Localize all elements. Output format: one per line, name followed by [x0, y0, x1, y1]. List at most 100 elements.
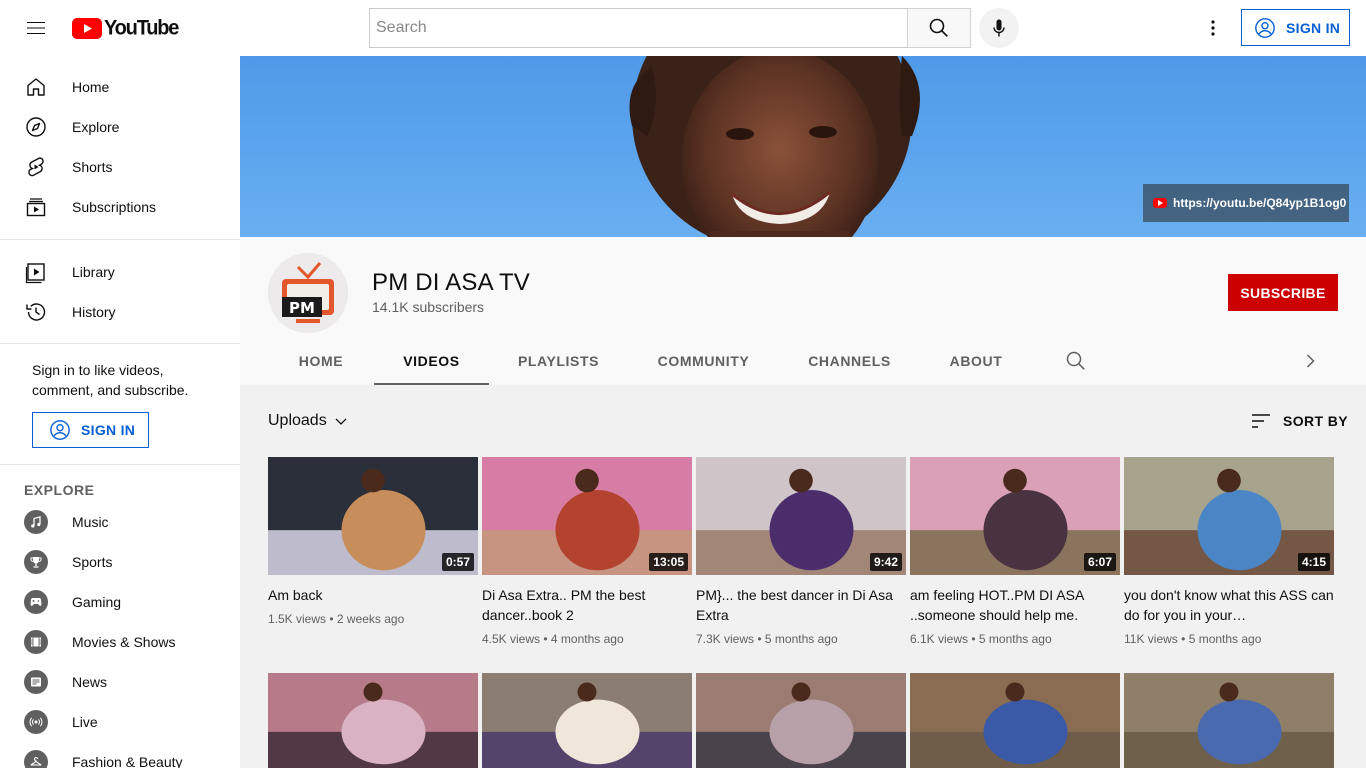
thumbnail-image	[1124, 673, 1334, 768]
thumbnail-image	[482, 673, 692, 768]
sidebar-item-label: Home	[72, 79, 110, 95]
sidebar: Home Explore Shorts Subscriptions Librar…	[0, 56, 240, 768]
video-item[interactable]: 0:57 Am back 1.5K views • 2 weeks ago	[268, 457, 478, 626]
video-meta: 4.5K views • 4 months ago	[482, 632, 624, 646]
sidebar-item-subscriptions[interactable]: Subscriptions	[0, 187, 240, 227]
sidebar-item-news[interactable]: News	[0, 662, 240, 702]
video-thumbnail[interactable]: 13:05	[482, 457, 692, 575]
sidebar-item-shorts[interactable]: Shorts	[0, 147, 240, 187]
sidebar-main-section: Home Explore Shorts Subscriptions	[0, 56, 240, 240]
trophy-icon	[24, 550, 48, 574]
video-duration: 13:05	[649, 553, 688, 571]
channel-avatar[interactable]: PM	[268, 253, 348, 333]
chevron-down-icon	[335, 418, 347, 425]
subscribe-button[interactable]: SUBSCRIBE	[1228, 274, 1338, 311]
video-title[interactable]: Di Asa Extra.. PM the best dancer..book …	[482, 585, 692, 625]
history-icon	[24, 300, 48, 324]
thumbnail-image	[910, 673, 1120, 768]
video-thumbnail[interactable]	[268, 673, 478, 768]
video-item[interactable]: 4:15 you don't know what this ASS can do…	[1124, 457, 1334, 646]
video-age: 5 months ago	[764, 632, 838, 646]
video-thumbnail[interactable]: 9:42	[696, 457, 906, 575]
video-age: 5 months ago	[978, 632, 1052, 646]
hanger-icon	[24, 750, 48, 768]
video-thumbnail[interactable]	[910, 673, 1120, 768]
tab-about[interactable]: ABOUT	[920, 337, 1032, 385]
video-thumbnail[interactable]: 4:15	[1124, 457, 1334, 575]
video-thumbnail[interactable]: 0:57	[268, 457, 478, 575]
subscriber-count: 14.1K subscribers	[372, 299, 485, 315]
sign-in-button[interactable]: SIGN IN	[1241, 9, 1350, 46]
sidebar-item-live[interactable]: Live	[0, 702, 240, 742]
search-icon	[929, 18, 948, 37]
search-input[interactable]	[376, 19, 908, 37]
youtube-logo[interactable]: YouTube	[72, 16, 179, 40]
signin-prompt-text: Sign in to like videos, comment, and sub…	[32, 362, 189, 398]
sidebar-item-label: Movies & Shows	[72, 634, 176, 650]
compass-icon	[24, 115, 48, 139]
youtube-play-icon	[72, 17, 102, 39]
sidebar-item-sports[interactable]: Sports	[0, 542, 240, 582]
sidebar-item-label: Subscriptions	[72, 199, 157, 215]
sidebar-item-fashion-beauty[interactable]: Fashion & Beauty	[0, 742, 240, 768]
shorts-icon	[24, 155, 48, 179]
uploads-label: Uploads	[268, 412, 327, 429]
video-title[interactable]: am feeling HOT..PM DI ASA ..someone shou…	[910, 585, 1120, 625]
video-age: 2 weeks ago	[336, 612, 405, 626]
film-icon	[24, 630, 48, 654]
channel-search-button[interactable]	[1064, 349, 1088, 373]
video-title[interactable]: you don't know what this ASS can do for …	[1124, 585, 1334, 625]
tab-home[interactable]: HOME	[268, 337, 374, 385]
subscriptions-icon	[24, 195, 48, 219]
sidebar-item-movies-shows[interactable]: Movies & Shows	[0, 622, 240, 662]
video-duration: 0:57	[441, 553, 474, 571]
video-title[interactable]: PM}... the best dancer in Di Asa Extra	[696, 585, 906, 625]
search-button[interactable]	[907, 8, 971, 48]
video-title[interactable]: Am back	[268, 585, 478, 605]
account-circle-icon	[1255, 17, 1275, 38]
video-views: 6.1K views	[910, 632, 969, 646]
video-views: 7.3K views	[696, 632, 755, 646]
video-thumbnail[interactable]: 6:07	[910, 457, 1120, 575]
sidebar-item-music[interactable]: Music	[0, 502, 240, 542]
search-icon	[1066, 351, 1085, 370]
tab-playlists[interactable]: PLAYLISTS	[489, 337, 628, 385]
sidebar-item-label: Explore	[72, 119, 120, 135]
video-views: 1.5K views	[268, 612, 327, 626]
video-thumbnail[interactable]	[1124, 673, 1334, 768]
settings-more-button[interactable]	[1193, 8, 1233, 48]
tab-videos[interactable]: VIDEOS	[374, 337, 489, 385]
sidebar-item-gaming[interactable]: Gaming	[0, 582, 240, 622]
microphone-icon	[993, 19, 1005, 37]
menu-button[interactable]	[16, 8, 56, 48]
banner-link[interactable]: https://youtu.be/Q84yp1B1og0	[1143, 184, 1349, 222]
sidebar-item-label: Shorts	[72, 159, 113, 175]
more-vertical-icon	[1211, 20, 1215, 36]
home-icon	[24, 75, 48, 99]
search-box	[369, 8, 908, 48]
uploads-dropdown[interactable]: Uploads	[268, 411, 351, 431]
thumbnail-image	[268, 673, 478, 768]
videos-content: Uploads SORT BY 0:57 Am back 1.5K views …	[240, 385, 1366, 768]
sidebar-sign-in-button[interactable]: SIGN IN	[32, 412, 149, 448]
video-thumbnail[interactable]	[482, 673, 692, 768]
video-thumbnail[interactable]	[696, 673, 906, 768]
video-item[interactable]: 13:05 Di Asa Extra.. PM the best dancer.…	[482, 457, 692, 646]
channel-tabs: HOME VIDEOS PLAYLISTS COMMUNITY CHANNELS…	[268, 337, 1032, 385]
voice-search-button[interactable]	[979, 8, 1019, 48]
sidebar-item-label: Gaming	[72, 594, 122, 610]
sidebar-item-explore[interactable]: Explore	[0, 107, 240, 147]
tab-community[interactable]: COMMUNITY	[628, 337, 779, 385]
sidebar-item-home[interactable]: Home	[0, 67, 240, 107]
tab-channels[interactable]: CHANNELS	[779, 337, 920, 385]
video-item[interactable]: 6:07 am feeling HOT..PM DI ASA ..someone…	[910, 457, 1120, 646]
sort-by-button[interactable]: SORT BY	[1249, 409, 1348, 433]
sign-in-label: SIGN IN	[81, 422, 136, 438]
music-icon	[24, 510, 48, 534]
tabs-scroll-right-button[interactable]	[1298, 349, 1322, 373]
sidebar-item-label: Library	[72, 264, 115, 280]
banner-link-text: https://youtu.be/Q84yp1B1og0	[1173, 196, 1347, 210]
sidebar-item-history[interactable]: History	[0, 292, 240, 332]
video-item[interactable]: 9:42 PM}... the best dancer in Di Asa Ex…	[696, 457, 906, 646]
sidebar-item-library[interactable]: Library	[0, 252, 240, 292]
